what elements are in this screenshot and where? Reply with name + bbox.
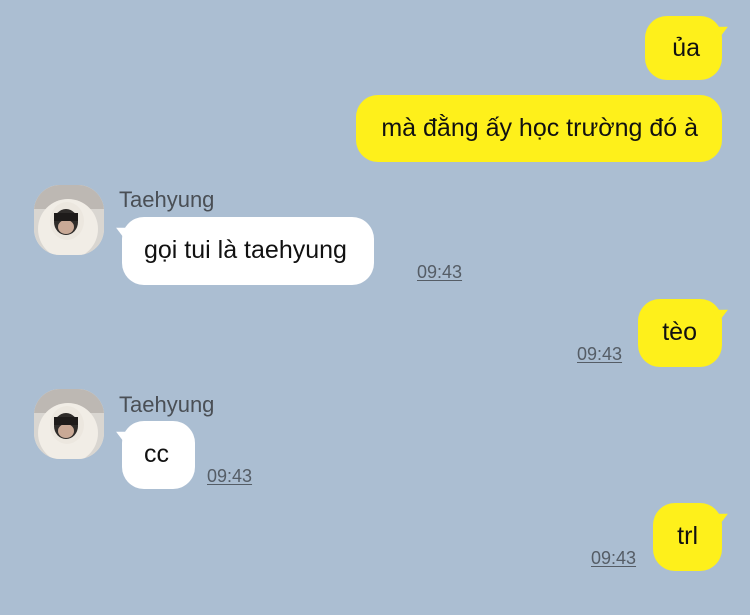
message-text: ủa — [672, 34, 700, 62]
message-timestamp: 09:43 — [577, 344, 623, 364]
message-text: mà đằng ấy học trường đó à — [381, 114, 698, 142]
profile-photo-icon — [34, 389, 104, 459]
message-text: gọi tui là taehyung — [144, 236, 347, 264]
avatar[interactable] — [34, 389, 104, 459]
message-timestamp: 09:43 — [207, 466, 253, 486]
message-timestamp: 09:43 — [417, 262, 463, 282]
avatar[interactable] — [34, 185, 104, 255]
message-text: tèo — [662, 318, 697, 346]
message-text: trl — [677, 522, 698, 550]
message-bubble-incoming[interactable]: gọi tui là taehyung — [122, 217, 374, 285]
sender-name: Taehyung — [119, 392, 215, 417]
message-bubble-outgoing[interactable]: ủa — [645, 16, 722, 80]
chat-area: ủa mà đằng ấy học trường đó à Taehyung g… — [0, 0, 750, 615]
message-timestamp: 09:43 — [591, 548, 637, 568]
message-bubble-outgoing[interactable]: trl — [653, 503, 722, 571]
sender-name: Taehyung — [119, 187, 215, 212]
message-text: cc — [144, 440, 169, 468]
message-bubble-incoming[interactable]: cc — [122, 421, 195, 489]
profile-photo-icon — [34, 185, 104, 255]
message-bubble-outgoing[interactable]: mà đằng ấy học trường đó à — [356, 95, 722, 162]
message-bubble-outgoing[interactable]: tèo — [638, 299, 722, 367]
